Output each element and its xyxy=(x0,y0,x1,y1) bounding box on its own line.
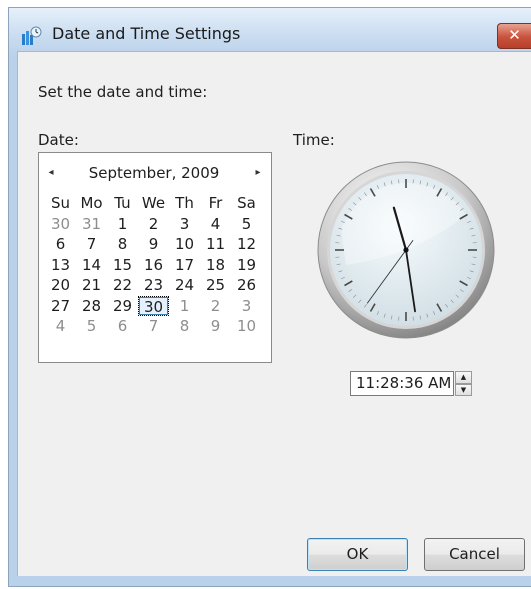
arrow-down-icon: ▼ xyxy=(460,385,467,394)
calendar-day[interactable]: 30 xyxy=(45,214,76,235)
next-month-icon[interactable]: ▸ xyxy=(251,167,265,178)
close-button[interactable]: ✕ xyxy=(497,23,531,49)
calendar-day[interactable]: 8 xyxy=(169,316,200,337)
weekday-header: Fr xyxy=(208,194,223,212)
weekday-header-row: Su Mo Tu We Th Fr Sa xyxy=(45,193,262,214)
calendar-day[interactable]: 21 xyxy=(76,275,107,296)
calendar-day[interactable]: 9 xyxy=(138,234,169,255)
previous-month-icon[interactable]: ◂ xyxy=(44,167,58,178)
calendar-day[interactable]: 13 xyxy=(45,255,76,276)
calendar-day[interactable]: 2 xyxy=(138,214,169,235)
dialog-body: Set the date and time: Date: Time: ◂ Sep… xyxy=(17,51,531,576)
time-spinner[interactable]: ▲ ▼ xyxy=(455,371,472,396)
calendar-day[interactable]: 3 xyxy=(231,296,262,317)
calendar-week: 27 28 29 30 1 2 3 xyxy=(45,295,262,317)
calendar-day[interactable]: 22 xyxy=(107,275,138,296)
calendar-day[interactable]: 23 xyxy=(138,275,169,296)
calendar-day[interactable]: 16 xyxy=(138,255,169,276)
calendar-day[interactable]: 5 xyxy=(231,214,262,235)
calendar-day[interactable]: 12 xyxy=(231,234,262,255)
calendar-day[interactable]: 8 xyxy=(107,234,138,255)
calendar-day-selected[interactable]: 30 xyxy=(138,295,169,316)
calendar-day[interactable]: 3 xyxy=(169,214,200,235)
date-label: Date: xyxy=(38,131,79,149)
calendar-day[interactable]: 6 xyxy=(45,234,76,255)
calendar-day[interactable]: 19 xyxy=(231,255,262,276)
title-bar[interactable]: Date and Time Settings ✕ xyxy=(9,8,531,56)
calendar-day[interactable]: 5 xyxy=(76,316,107,337)
calendar-day[interactable]: 17 xyxy=(169,255,200,276)
calendar-week: 4 5 6 7 8 9 10 xyxy=(45,316,262,337)
calendar-day[interactable]: 10 xyxy=(169,234,200,255)
calendar[interactable]: ◂ September, 2009 ▸ Su Mo Tu We Th Fr Sa… xyxy=(38,152,272,363)
time-down-button[interactable]: ▼ xyxy=(455,383,472,396)
calendar-day[interactable]: 29 xyxy=(107,296,138,317)
calendar-day[interactable]: 2 xyxy=(200,296,231,317)
time-label: Time: xyxy=(293,131,335,149)
close-icon: ✕ xyxy=(508,26,521,44)
time-input[interactable]: 11:28:36 AM xyxy=(350,371,454,396)
time-up-button[interactable]: ▲ xyxy=(455,371,472,384)
calendar-day[interactable]: 7 xyxy=(138,316,169,337)
calendar-day[interactable]: 20 xyxy=(45,275,76,296)
arrow-up-icon: ▲ xyxy=(460,373,467,381)
calendar-month-year[interactable]: September, 2009 xyxy=(79,164,229,182)
calendar-day[interactable]: 11 xyxy=(200,234,231,255)
calendar-day[interactable]: 31 xyxy=(76,214,107,235)
calendar-day[interactable]: 28 xyxy=(76,296,107,317)
calendar-day[interactable]: 25 xyxy=(200,275,231,296)
calendar-day[interactable]: 14 xyxy=(76,255,107,276)
calendar-day[interactable]: 1 xyxy=(169,296,200,317)
weekday-header: Su xyxy=(50,194,71,212)
calendar-week: 6 7 8 9 10 11 12 xyxy=(45,234,262,255)
weekday-header: Mo xyxy=(80,194,103,212)
weekday-header: Tu xyxy=(114,194,131,212)
calendar-day[interactable]: 9 xyxy=(200,316,231,337)
instruction-text: Set the date and time: xyxy=(38,83,208,101)
calendar-week: 13 14 15 16 17 18 19 xyxy=(45,255,262,276)
calendar-week: 30 31 1 2 3 4 5 xyxy=(45,214,262,235)
calendar-day[interactable]: 15 xyxy=(107,255,138,276)
calendar-week: 20 21 22 23 24 25 26 xyxy=(45,275,262,296)
calendar-day[interactable]: 26 xyxy=(231,275,262,296)
weekday-header: Th xyxy=(175,194,194,212)
calendar-day[interactable]: 10 xyxy=(231,316,262,337)
window-title: Date and Time Settings xyxy=(52,24,241,43)
cancel-button[interactable]: Cancel xyxy=(424,538,525,571)
calendar-day[interactable]: 1 xyxy=(107,214,138,235)
weekday-header: Sa xyxy=(237,194,256,212)
calendar-day[interactable]: 4 xyxy=(45,316,76,337)
analog-clock xyxy=(317,161,495,339)
calendar-grid: Su Mo Tu We Th Fr Sa 30 31 1 2 3 4 5 6 7… xyxy=(45,193,262,337)
calendar-day[interactable]: 7 xyxy=(76,234,107,255)
calendar-day[interactable]: 4 xyxy=(200,214,231,235)
weekday-header: We xyxy=(141,194,166,212)
clock-center xyxy=(403,247,409,253)
calendar-day[interactable]: 18 xyxy=(200,255,231,276)
calendar-day[interactable]: 27 xyxy=(45,296,76,317)
date-time-settings-icon xyxy=(22,26,42,45)
date-time-settings-dialog: Date and Time Settings ✕ Set the date an… xyxy=(8,7,531,587)
ok-button[interactable]: OK xyxy=(307,538,408,571)
calendar-day[interactable]: 24 xyxy=(169,275,200,296)
calendar-day[interactable]: 6 xyxy=(107,316,138,337)
